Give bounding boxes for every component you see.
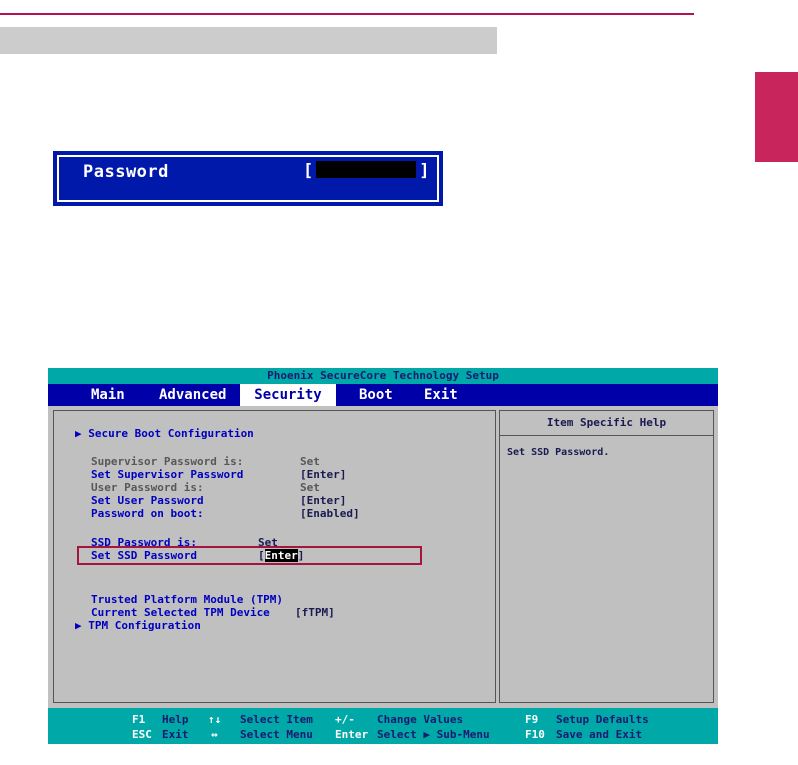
help-title: Item Specific Help: [500, 411, 713, 436]
menu-main[interactable]: Main: [91, 384, 125, 406]
tpm-heading: Trusted Platform Module (TPM): [91, 593, 284, 606]
supervisor-password-status-value: Set: [300, 455, 320, 468]
key-enter-desc: Select ▶ Sub-Menu: [377, 728, 490, 741]
key-f9: F9: [525, 713, 539, 726]
key-updown-desc: Select Item: [240, 713, 313, 726]
set-supervisor-password-item[interactable]: Set Supervisor Password: [91, 468, 243, 481]
key-plusminus-desc: Change Values: [377, 713, 464, 726]
key-f10-desc: Save and Exit: [556, 728, 643, 741]
set-user-password-item[interactable]: Set User Password: [91, 494, 204, 507]
chapter-tab: [755, 72, 798, 162]
section-bar: [0, 27, 497, 54]
bios-menu-bar: Main Advanced Security Boot Exit: [48, 384, 718, 406]
key-esc-desc: Exit: [162, 728, 189, 741]
bios-title: Phoenix SecureCore Technology Setup: [48, 368, 718, 384]
supervisor-password-status-label: Supervisor Password is:: [91, 455, 244, 468]
user-password-status-value: Set: [300, 481, 320, 494]
key-f10: F10: [525, 728, 545, 741]
tpm-device-item[interactable]: Current Selected TPM Device: [91, 606, 270, 619]
key-legend: F1 Help ↑↓ Select Item +/- Change Values…: [48, 708, 718, 744]
key-f9-desc: Setup Defaults: [556, 713, 649, 726]
help-text: Set SSD Password.: [507, 447, 610, 458]
set-supervisor-password-value[interactable]: [Enter]: [300, 468, 346, 481]
key-plusminus: +/-: [335, 713, 355, 726]
bios-screen: Phoenix SecureCore Technology Setup Main…: [48, 368, 718, 744]
secure-boot-config-link[interactable]: ▶ Secure Boot Configuration: [75, 427, 254, 440]
password-on-boot-value[interactable]: [Enabled]: [300, 507, 360, 520]
key-updown: ↑↓: [208, 713, 222, 726]
key-leftright: ↔: [211, 728, 218, 741]
menu-exit[interactable]: Exit: [424, 384, 458, 406]
key-f1-desc: Help: [162, 713, 189, 726]
header-rule: [0, 13, 694, 15]
key-enter: Enter: [335, 728, 369, 741]
selection-highlight: [77, 546, 422, 565]
password-field[interactable]: []: [303, 161, 430, 181]
open-bracket: [: [303, 161, 314, 181]
menu-security[interactable]: Security: [240, 384, 336, 406]
user-password-status-label: User Password is:: [91, 481, 204, 494]
key-f1: F1: [132, 713, 146, 726]
tpm-config-link[interactable]: ▶ TPM Configuration: [75, 619, 201, 632]
password-mask: [316, 161, 417, 178]
key-esc: ESC: [132, 728, 152, 741]
close-bracket: ]: [419, 161, 430, 181]
tpm-device-value[interactable]: [fTPM]: [295, 606, 335, 619]
menu-advanced[interactable]: Advanced: [159, 384, 226, 406]
key-leftright-desc: Select Menu: [240, 728, 313, 741]
password-on-boot-item[interactable]: Password on boot:: [91, 507, 204, 520]
set-user-password-value[interactable]: [Enter]: [300, 494, 346, 507]
password-dialog: Password []: [53, 151, 443, 206]
password-label: Password: [83, 162, 169, 182]
help-panel: Item Specific Help Set SSD Password.: [499, 410, 714, 703]
menu-boot[interactable]: Boot: [359, 384, 393, 406]
